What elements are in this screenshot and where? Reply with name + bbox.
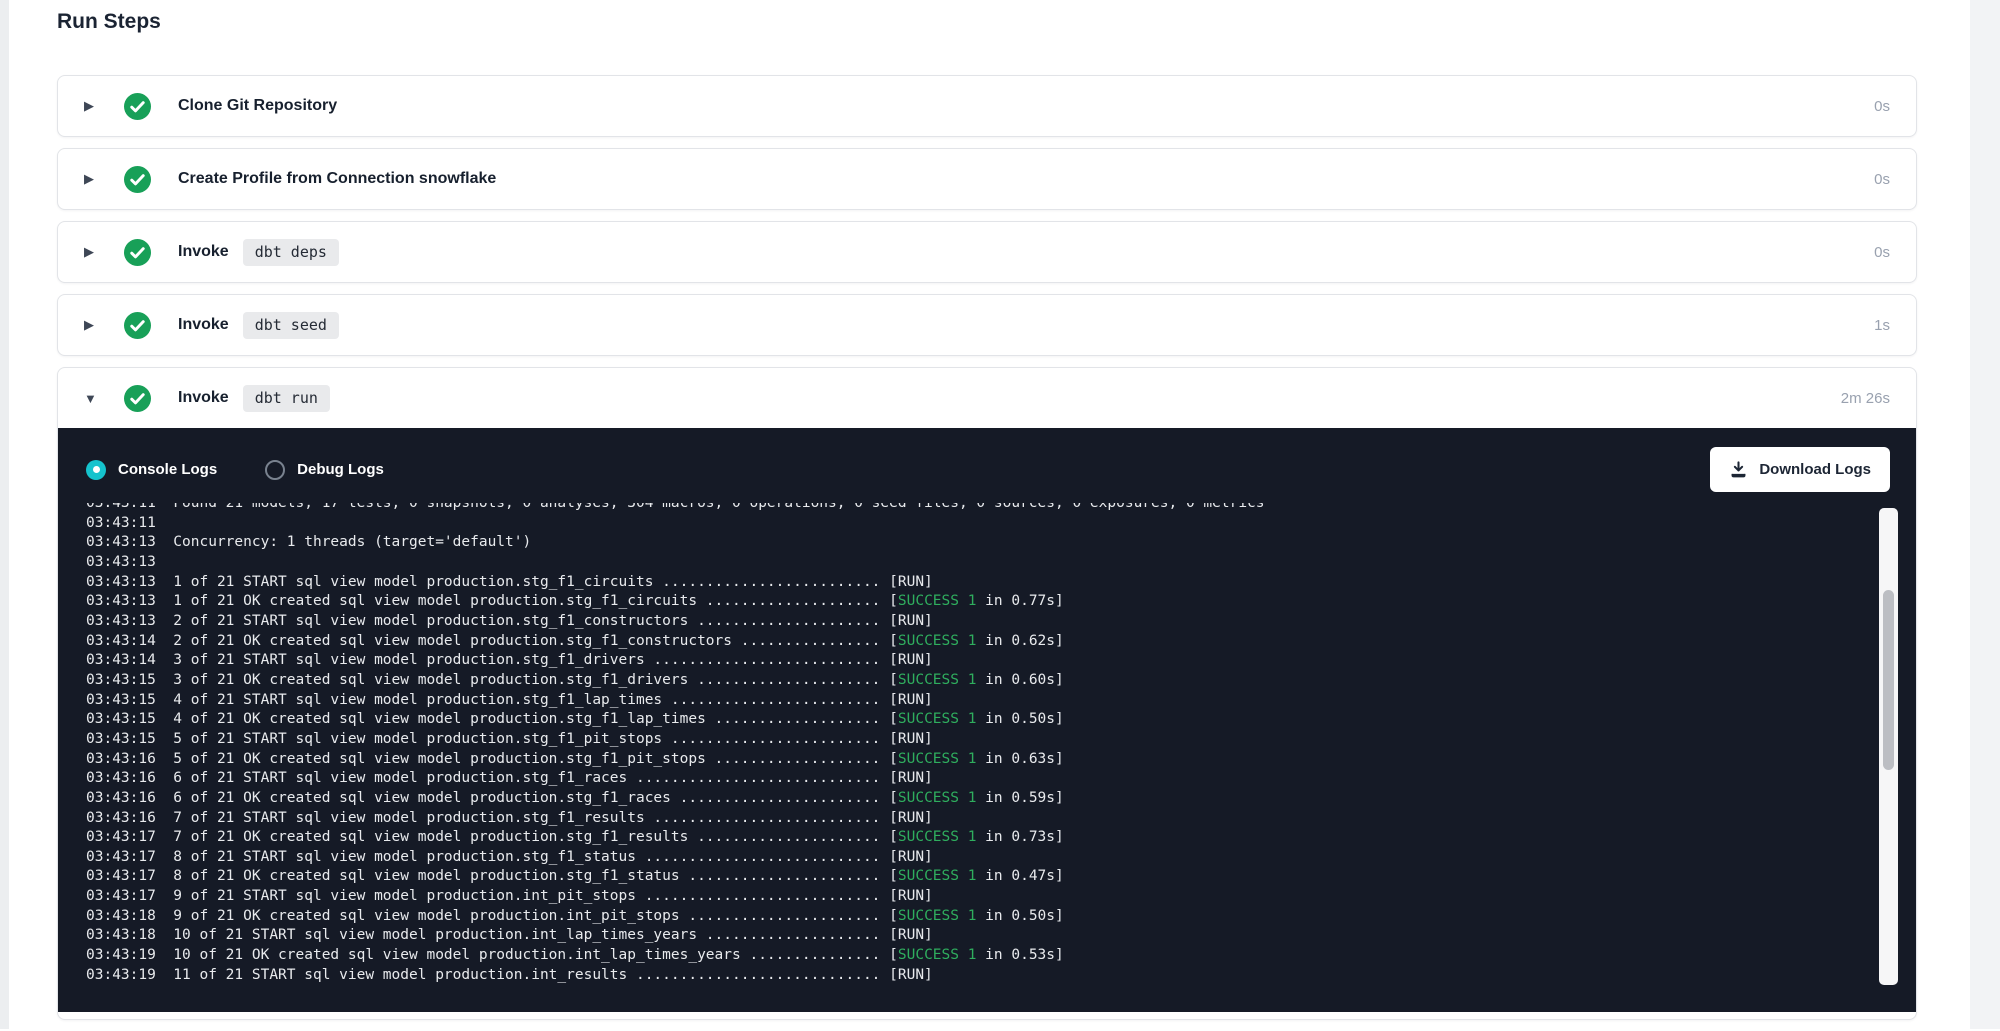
log-line: 03:43:16 6 of 21 START sql view model pr… [86,769,1916,789]
success-check-icon [124,312,151,339]
step-command-badge: dbt seed [243,312,339,339]
step-duration: 0s [1874,171,1890,188]
step-header[interactable]: ▶ Invoke dbt seed 1s [58,295,1916,355]
download-logs-button[interactable]: Download Logs [1710,447,1890,492]
step-header[interactable]: ▼ Invoke dbt run 2m 26s [58,368,1916,428]
log-panel-controls: Console Logs Debug Logs Download Logs [58,428,1916,503]
log-line: 03:43:19 10 of 21 OK created sql view mo… [86,946,1916,966]
success-check-icon [124,93,151,120]
log-scrollbar-thumb[interactable] [1883,590,1894,770]
log-line: 03:43:15 5 of 21 START sql view model pr… [86,730,1916,750]
download-icon [1729,460,1748,479]
log-line: 03:43:15 4 of 21 OK created sql view mod… [86,710,1916,730]
log-line: 03:43:15 3 of 21 OK created sql view mod… [86,671,1916,691]
step-label: Invoke [178,243,229,261]
log-line: 03:43:18 9 of 21 OK created sql view mod… [86,907,1916,927]
success-check-icon [124,166,151,193]
log-line: 03:43:11 [86,514,1916,534]
page-title: Run Steps [57,10,161,34]
log-line: 03:43:16 7 of 21 START sql view model pr… [86,809,1916,829]
console-logs-radio[interactable]: Console Logs [86,460,217,480]
log-line: 03:43:19 11 of 21 START sql view model p… [86,966,1916,986]
radio-selected-icon[interactable] [86,460,106,480]
step-command-badge: dbt run [243,385,330,412]
step-card-3: ▶ Invoke dbt deps 0s [57,221,1917,283]
step-header[interactable]: ▶ Invoke dbt deps 0s [58,222,1916,282]
step-card-2: ▶ Create Profile from Connection snowfla… [57,148,1917,210]
step-card-4: ▶ Invoke dbt seed 1s [57,294,1917,356]
download-logs-label: Download Logs [1759,461,1871,478]
log-line: 03:43:17 9 of 21 START sql view model pr… [86,887,1916,907]
debug-logs-radio[interactable]: Debug Logs [265,460,384,480]
log-line: 03:43:14 2 of 21 OK created sql view mod… [86,632,1916,652]
log-line: 03:43:11 Found 21 models, 17 tests, 0 sn… [86,503,1916,514]
log-line: 03:43:13 Concurrency: 1 threads (target=… [86,533,1916,553]
step-duration: 0s [1874,244,1890,261]
step-card-5: ▼ Invoke dbt run 2m 26s Console Logs Deb… [57,367,1917,1020]
console-log-panel: Console Logs Debug Logs Download Logs 03… [58,428,1916,1012]
log-line: 03:43:17 8 of 21 OK created sql view mod… [86,867,1916,887]
radio-unselected-icon[interactable] [265,460,285,480]
run-steps-list: ▶ Clone Git Repository 0s ▶ Create Profi… [57,75,1917,1031]
step-duration: 1s [1874,317,1890,334]
success-check-icon [124,385,151,412]
log-line: 03:43:17 8 of 21 START sql view model pr… [86,848,1916,868]
console-logs-label: Console Logs [118,461,217,478]
log-line: 03:43:16 5 of 21 OK created sql view mod… [86,750,1916,770]
caret-icon[interactable]: ▶ [84,317,102,333]
log-line: 03:43:13 2 of 21 START sql view model pr… [86,612,1916,632]
log-scrollbar-track[interactable] [1879,508,1898,985]
step-card-1: ▶ Clone Git Repository 0s [57,75,1917,137]
log-line: 03:43:13 1 of 21 OK created sql view mod… [86,592,1916,612]
caret-icon[interactable]: ▼ [84,391,102,406]
caret-icon[interactable]: ▶ [84,98,102,114]
log-line: 03:43:14 3 of 21 START sql view model pr… [86,651,1916,671]
step-label: Clone Git Repository [178,97,337,115]
step-label: Create Profile from Connection snowflake [178,170,496,188]
caret-icon[interactable]: ▶ [84,171,102,187]
log-line: 03:43:17 7 of 21 OK created sql view mod… [86,828,1916,848]
step-duration: 2m 26s [1841,390,1890,407]
log-content: 03:43:11 Found 21 models, 17 tests, 0 sn… [86,503,1916,985]
right-page-gutter [1970,0,2000,1029]
step-command-badge: dbt deps [243,239,339,266]
log-line: 03:43:13 1 of 21 START sql view model pr… [86,573,1916,593]
step-label: Invoke [178,389,229,407]
log-scroll-area[interactable]: 03:43:11 Found 21 models, 17 tests, 0 sn… [58,503,1916,1012]
step-label: Invoke [178,316,229,334]
caret-icon[interactable]: ▶ [84,244,102,260]
success-check-icon [124,239,151,266]
left-page-gutter [0,0,9,1029]
log-line: 03:43:13 [86,553,1916,573]
step-header[interactable]: ▶ Clone Git Repository 0s [58,76,1916,136]
step-duration: 0s [1874,98,1890,115]
log-line: 03:43:16 6 of 21 OK created sql view mod… [86,789,1916,809]
log-line: 03:43:15 4 of 21 START sql view model pr… [86,691,1916,711]
debug-logs-label: Debug Logs [297,461,384,478]
log-line: 03:43:18 10 of 21 START sql view model p… [86,926,1916,946]
step-header[interactable]: ▶ Create Profile from Connection snowfla… [58,149,1916,209]
